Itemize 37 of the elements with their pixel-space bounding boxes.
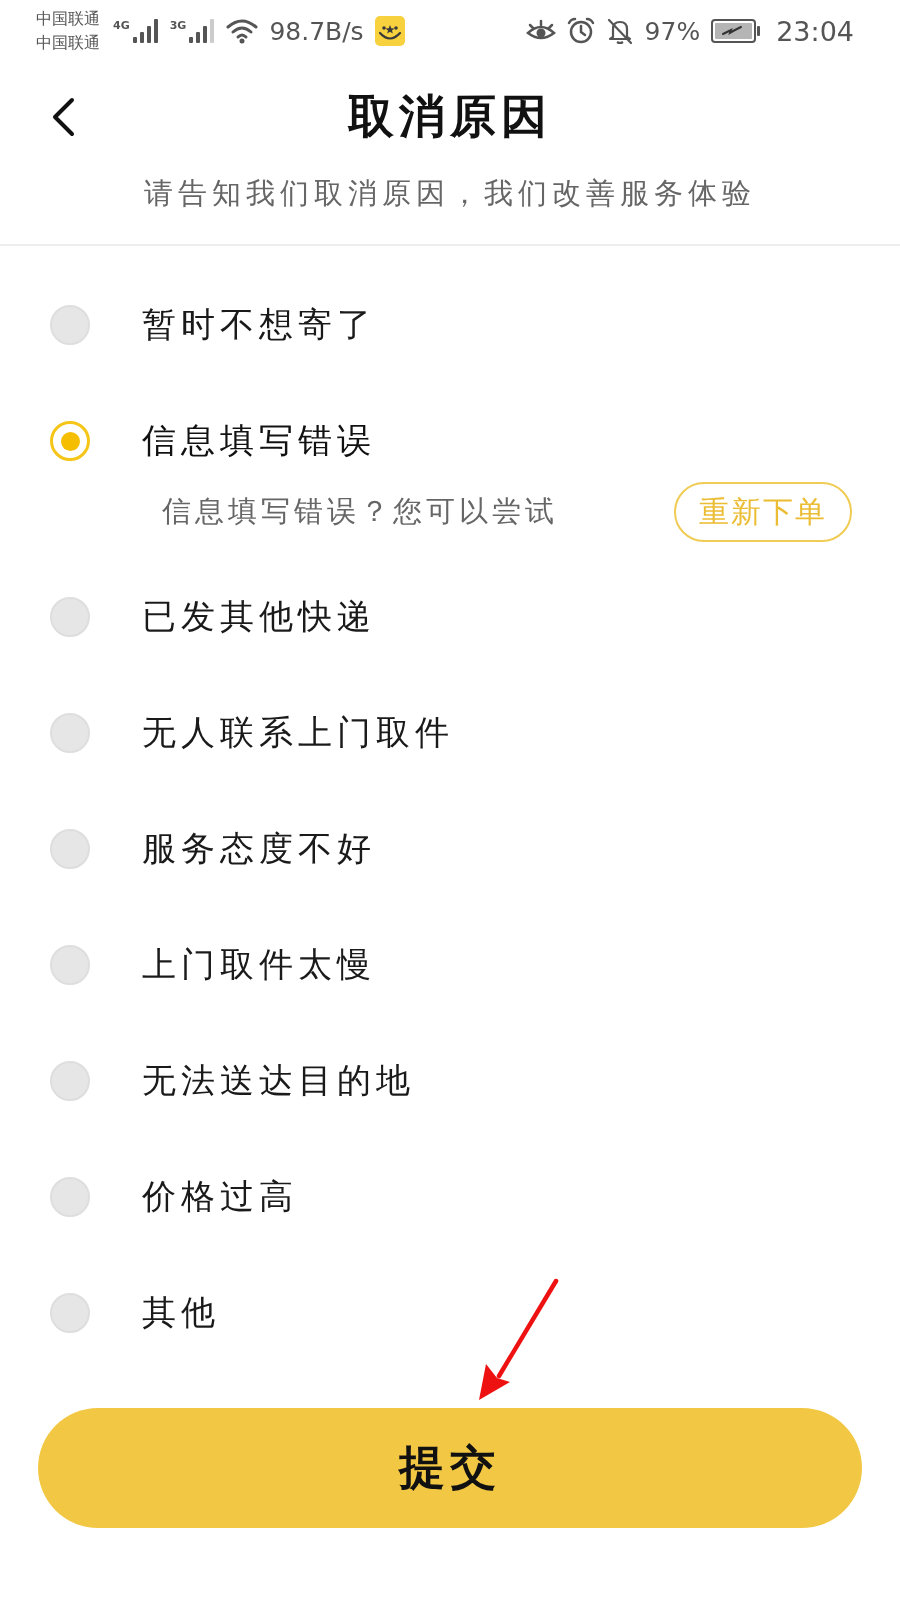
reason-label: 价格过高 (142, 1175, 298, 1218)
reason-label: 其他 (142, 1291, 220, 1334)
back-icon[interactable] (50, 97, 76, 137)
wifi-icon (226, 18, 259, 44)
reason-label: 上门取件太慢 (142, 943, 376, 986)
clock-time: 23:04 (776, 15, 854, 47)
carrier-label: 中国联通 (36, 8, 100, 30)
radio-button[interactable] (50, 1061, 90, 1101)
submit-button[interactable]: 提交 (38, 1408, 862, 1528)
reason-label: 无人联系上门取件 (142, 711, 454, 754)
reason-label: 已发其他快递 (142, 595, 376, 638)
page-title: 取消原因 (348, 88, 552, 145)
radio-button[interactable] (50, 1293, 90, 1333)
network-type-label: 3G (169, 19, 187, 32)
reason-label: 暂时不想寄了 (142, 303, 376, 346)
signal-icon (132, 19, 159, 43)
radio-button[interactable] (50, 829, 90, 869)
battery-percent: 97% (644, 16, 701, 46)
bell-off-icon (605, 17, 634, 45)
page-subtitle: 请告知我们取消原因，我们改善服务体验 (144, 175, 756, 212)
radio-button[interactable] (50, 597, 90, 637)
hint-text: 信息填写错误？您可以尝试 (162, 493, 558, 530)
battery-icon (711, 18, 762, 44)
radio-button[interactable] (50, 305, 90, 345)
reason-label: 信息填写错误 (142, 419, 376, 462)
carrier-label: 中国联通 (36, 32, 100, 54)
radio-button[interactable] (50, 421, 90, 461)
radio-button[interactable] (50, 1177, 90, 1217)
network-speed: 98.7B/s (269, 16, 364, 46)
radio-button[interactable] (50, 945, 90, 985)
radio-button[interactable] (50, 713, 90, 753)
alarm-clock-icon (566, 17, 595, 45)
reason-label: 服务态度不好 (142, 827, 376, 870)
network-type-label: 4G (113, 19, 130, 32)
signal-icon (189, 19, 216, 43)
smiley-icon (374, 16, 405, 46)
reason-label: 无法送达目的地 (142, 1059, 415, 1102)
